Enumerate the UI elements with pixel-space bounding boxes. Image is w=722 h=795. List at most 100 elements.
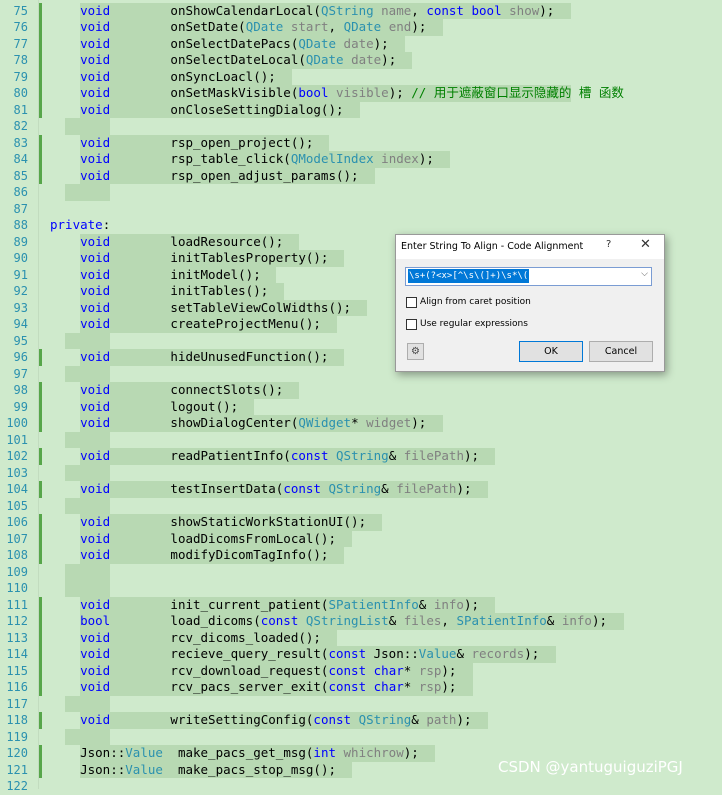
code-token: Json::	[50, 745, 126, 760]
code-line[interactable]: 80 void onSetMaskVisible(bool visible); …	[0, 85, 722, 102]
code-line[interactable]: 115 void rcv_download_request(const char…	[0, 662, 722, 679]
code-line[interactable]: 87	[0, 201, 722, 218]
code-line[interactable]: 88 private:	[0, 217, 722, 234]
code-token: &	[381, 481, 397, 496]
code-token: start	[290, 19, 329, 34]
code-line[interactable]: 78 void onSelectDateLocal(QDate date);	[0, 52, 722, 69]
code-line[interactable]: 110	[0, 580, 722, 597]
code-token: &	[411, 712, 427, 727]
code-line[interactable]: 114 void recieve_query_result(const Json…	[0, 646, 722, 663]
code-line[interactable]: 76 void onSetDate(QDate start, QDate end…	[0, 19, 722, 36]
code-token: :	[102, 217, 111, 232]
line-number: 102	[6, 449, 28, 463]
code-line[interactable]: 99 void logout();	[0, 398, 722, 415]
code-text: void loadResource();	[50, 234, 283, 251]
code-token: QString	[336, 448, 389, 463]
cancel-button[interactable]: Cancel	[589, 341, 653, 362]
code-line[interactable]: 84 void rsp_table_click(QModelIndex inde…	[0, 151, 722, 168]
alignment-highlight	[65, 365, 111, 382]
code-line[interactable]: 112 bool load_dicoms(const QStringList& …	[0, 613, 722, 630]
code-line[interactable]: 102 void readPatientInfo(const QString& …	[0, 448, 722, 465]
code-token: index	[381, 151, 419, 166]
code-line[interactable]: 85 void rsp_open_adjust_params();	[0, 167, 722, 184]
code-line[interactable]: 107 void loadDicomsFromLocal();	[0, 530, 722, 547]
chevron-down-icon[interactable]: ⌵	[641, 269, 648, 279]
code-token: rcv_download_request(	[110, 662, 329, 678]
code-line[interactable]: 83 void rsp_open_project();	[0, 134, 722, 151]
change-marker	[39, 662, 42, 679]
code-line[interactable]: 75 void onShowCalendarLocal(QString name…	[0, 2, 722, 19]
code-token: rcv_dicoms_loaded();	[110, 629, 321, 645]
code-token: connectSlots();	[110, 382, 284, 397]
code-line[interactable]: 100 void showDialogCenter(QWidget* widge…	[0, 415, 722, 432]
line-number: 97	[13, 366, 28, 381]
code-line[interactable]: 113 void rcv_dicoms_loaded();	[0, 629, 722, 646]
options-button[interactable]: ⚙	[407, 343, 424, 360]
align-from-caret-checkbox[interactable]	[406, 297, 417, 308]
code-line[interactable]: 105	[0, 497, 722, 514]
line-number: 107	[6, 531, 28, 546]
code-line[interactable]: 117	[0, 695, 722, 712]
code-token: void	[80, 629, 111, 645]
code-token: &	[388, 448, 404, 463]
close-button[interactable]: ✕	[640, 237, 651, 252]
use-regex-label: Use regular expressions	[420, 319, 528, 329]
code-line[interactable]: 101	[0, 431, 722, 448]
change-marker	[39, 52, 42, 69]
code-line[interactable]: 119	[0, 728, 722, 745]
code-token: showStaticWorkStationUI();	[110, 514, 367, 529]
code-text: void rsp_table_click(QModelIndex index);	[50, 151, 434, 168]
code-editor[interactable]: 75 void onShowCalendarLocal(QString name…	[0, 0, 722, 793]
code-line[interactable]: 109	[0, 563, 722, 580]
code-token: void	[80, 448, 111, 463]
watermark: CSDN @yantuguiguziPGJ	[498, 758, 683, 776]
code-line[interactable]: 108 void modifyDicomTagInfo();	[0, 547, 722, 564]
code-token: QDate	[305, 52, 344, 67]
alignment-highlight	[65, 497, 111, 514]
line-number: 122	[6, 779, 28, 793]
align-string-input[interactable]: \s+(?<x>[^\s\(]+)\s*\( ⌵	[405, 267, 652, 286]
code-token: info	[433, 596, 464, 612]
code-line[interactable]: 106 void showStaticWorkStationUI();	[0, 514, 722, 531]
change-marker	[39, 761, 42, 778]
code-line[interactable]: 116 void rcv_pacs_server_exit(const char…	[0, 679, 722, 696]
code-line[interactable]: 104 void testInsertData(const QString& f…	[0, 481, 722, 498]
code-token: void	[80, 68, 111, 84]
code-token: make_pacs_get_msg(	[162, 745, 314, 760]
code-line[interactable]: 98 void connectSlots();	[0, 382, 722, 399]
code-line[interactable]: 77 void onSelectDatePacs(QDate date);	[0, 35, 722, 52]
line-number: 115	[6, 663, 28, 678]
change-marker	[39, 167, 42, 184]
code-line[interactable]: 118 void writeSettingConfig(const QStrin…	[0, 712, 722, 729]
code-line[interactable]: 81 void onCloseSettingDialog();	[0, 101, 722, 118]
code-token: char	[373, 662, 404, 678]
code-token: QStringList	[305, 613, 389, 628]
line-number: 89	[13, 234, 28, 249]
alignment-highlight	[65, 695, 111, 712]
use-regex-checkbox[interactable]	[406, 319, 417, 330]
help-button[interactable]: ?	[606, 239, 611, 250]
code-text: void initModel();	[50, 267, 261, 284]
code-line[interactable]: 82	[0, 118, 722, 135]
change-marker	[39, 85, 42, 102]
code-token: Value	[125, 745, 163, 760]
code-token: void	[80, 646, 111, 661]
code-line[interactable]: 103	[0, 464, 722, 481]
line-number: 100	[6, 416, 28, 430]
line-number: 111	[6, 597, 28, 612]
code-line[interactable]: 79 void onSyncLoacl();	[0, 68, 722, 85]
code-line[interactable]: 111 void init_current_patient(SPatientIn…	[0, 596, 722, 613]
code-token: bool	[471, 2, 502, 18]
code-token: void	[80, 679, 111, 694]
code-token: *	[403, 662, 419, 678]
code-line[interactable]: 86	[0, 184, 722, 201]
ok-button[interactable]: OK	[519, 341, 583, 362]
code-token: QDate	[298, 35, 337, 51]
code-line[interactable]: 122	[0, 778, 722, 795]
code-text: private:	[50, 217, 110, 234]
